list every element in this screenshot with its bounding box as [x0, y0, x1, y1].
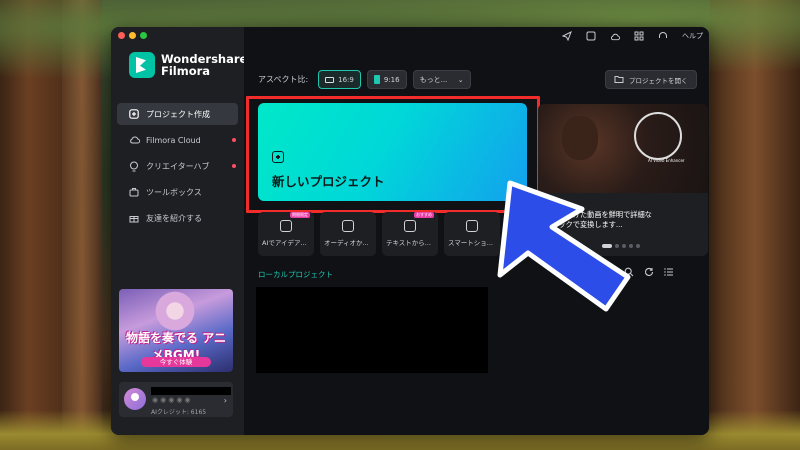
- send-icon[interactable]: [562, 31, 572, 41]
- close-button[interactable]: [118, 32, 125, 39]
- sidebar-item-label: プロジェクト作成: [146, 109, 210, 119]
- account-name-redacted: [151, 387, 231, 395]
- account-panel[interactable]: ◉◉◉◉◉ AIクレジット: 6165 ›: [119, 382, 233, 417]
- tool-text-to-video[interactable]: おすすめ テキストから...: [382, 212, 438, 256]
- notification-dot: [232, 138, 236, 142]
- cloud-icon: [128, 134, 140, 146]
- tool-badge: おすすめ: [414, 212, 434, 218]
- tool-label: テキストから...: [386, 239, 432, 247]
- aspect-9-16-button[interactable]: 9:16: [366, 70, 407, 89]
- sidebar-item-label: クリエイターハブ: [146, 161, 210, 171]
- tool-label: オーディオか...: [324, 239, 369, 247]
- tool-label: AIでアイデア...: [262, 239, 307, 247]
- sidebar: Wondershare Filmora プロジェクト作成 Filmora Clo…: [111, 27, 247, 435]
- chevron-right-icon[interactable]: ›: [224, 396, 227, 405]
- sidebar-item-create-project[interactable]: プロジェクト作成: [117, 103, 238, 125]
- ai-idea-icon: [280, 220, 292, 232]
- sidebar-item-label: 友達を紹介する: [146, 213, 202, 223]
- portrait-icon: [373, 75, 380, 84]
- grid-icon[interactable]: [634, 31, 644, 41]
- aspect-option-label: もっと...: [419, 75, 448, 84]
- sidebar-item-toolbox[interactable]: ツールボックス: [117, 181, 238, 203]
- open-project-button[interactable]: プロジェクトを開く: [605, 70, 697, 89]
- sidebar-item-creator-hub[interactable]: クリエイターハブ: [117, 155, 238, 177]
- brand-product: Filmora: [161, 64, 211, 78]
- text-to-video-icon: [404, 220, 416, 232]
- list-view-icon[interactable]: [664, 267, 674, 277]
- toolbox-icon: [128, 186, 140, 198]
- media-icon[interactable]: [586, 31, 596, 41]
- smart-short-icon: [466, 220, 478, 232]
- tool-audio[interactable]: オーディオか...: [320, 212, 376, 256]
- filmora-logo-icon: [129, 52, 155, 78]
- pointer-arrow-icon: [497, 180, 631, 312]
- promo-banner[interactable]: 物語を奏でる アニメBGM! 今すぐ体験: [119, 289, 233, 372]
- local-projects-heading: ローカルプロジェクト: [258, 270, 333, 279]
- landscape-icon: [325, 76, 335, 83]
- quick-tools: 期間限定 AIでアイデア... オーディオか... おすすめ テキストから...…: [258, 212, 500, 256]
- aspect-option-label: 16:9: [338, 75, 354, 84]
- sidebar-item-refer-friend[interactable]: 友達を紹介する: [117, 207, 238, 229]
- headset-icon[interactable]: [658, 31, 668, 41]
- bulb-icon: [128, 160, 140, 172]
- promo-cta-button[interactable]: 今すぐ体験: [141, 357, 211, 367]
- audio-icon: [342, 220, 354, 232]
- aspect-option-label: 9:16: [383, 75, 400, 84]
- minimize-button[interactable]: [129, 32, 136, 39]
- plus-square-icon: [128, 108, 140, 120]
- brand: Wondershare Filmora: [129, 52, 247, 78]
- top-toolbar: ヘルプ: [562, 31, 703, 41]
- sidebar-item-filmora-cloud[interactable]: Filmora Cloud: [117, 129, 238, 151]
- aspect-more-dropdown[interactable]: もっと... ⌄: [412, 70, 471, 89]
- cloud-upload-icon[interactable]: [610, 31, 620, 41]
- ai-credits: AIクレジット: 6165: [151, 409, 207, 416]
- open-project-label: プロジェクトを開く: [629, 76, 688, 85]
- tool-ai-idea[interactable]: 期間限定 AIでアイデア...: [258, 212, 314, 256]
- window-controls: [118, 32, 147, 39]
- aspect-ratio-selector: アスペクト比: 16:9 9:16 もっと... ⌄: [258, 70, 471, 89]
- sidebar-item-label: Filmora Cloud: [146, 135, 201, 145]
- tool-badge: 期間限定: [290, 212, 310, 218]
- aspect-16-9-button[interactable]: 16:9: [318, 70, 361, 89]
- chevron-down-icon: ⌄: [457, 75, 464, 84]
- aspect-ratio-label: アスペクト比:: [258, 75, 309, 84]
- account-feature-icons: ◉◉◉◉◉: [152, 396, 193, 404]
- maximize-button[interactable]: [140, 32, 147, 39]
- notification-dot: [232, 164, 236, 168]
- project-thumbnail[interactable]: [256, 287, 488, 373]
- avatar[interactable]: [124, 388, 146, 410]
- folder-icon: [614, 75, 624, 85]
- sidebar-nav: プロジェクト作成 Filmora Cloud クリエイターハブ ツールボックス …: [117, 103, 238, 233]
- banner-tag: AI Video Enhancer: [648, 158, 685, 163]
- gift-icon: [128, 212, 140, 224]
- help-menu[interactable]: ヘルプ: [682, 31, 703, 41]
- sidebar-item-label: ツールボックス: [146, 187, 202, 197]
